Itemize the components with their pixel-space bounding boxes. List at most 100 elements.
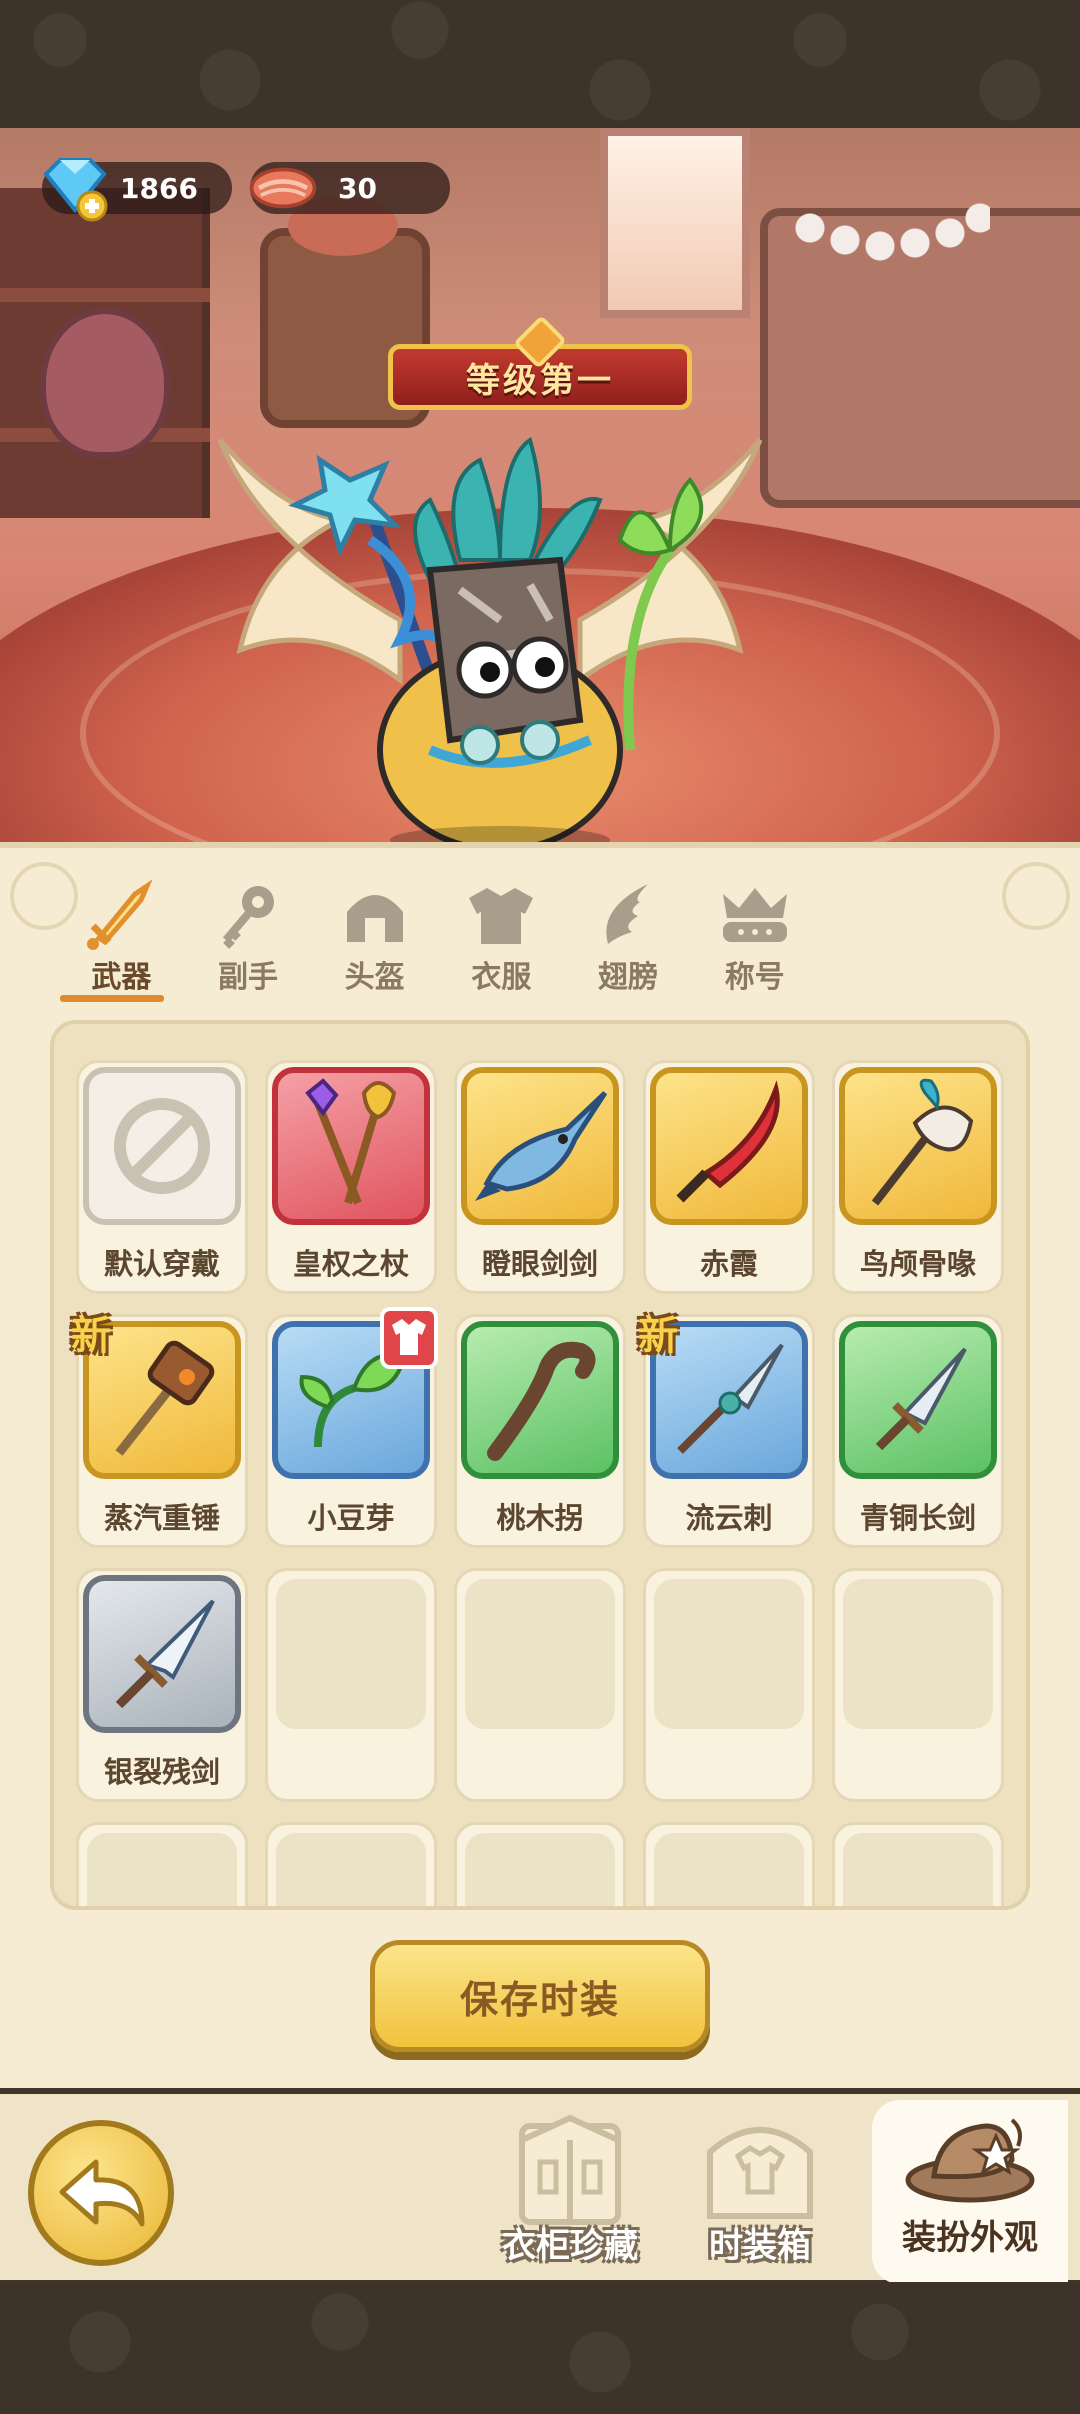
back-arrow-icon (59, 2159, 145, 2227)
nav-fashion-box[interactable]: 时装箱 (660, 2112, 860, 2280)
swordfish-icon (475, 1091, 608, 1201)
empty-slot-bg (654, 1833, 804, 1906)
tab-label: 翅膀 (598, 960, 659, 995)
empty-slot-bg (843, 1833, 993, 1906)
silver-sword-icon (115, 1599, 215, 1709)
item-name: 流云刺 (685, 1501, 773, 1535)
empty-slot-bg (465, 1579, 615, 1729)
item-frame (461, 1321, 619, 1479)
nav-dress-up[interactable]: 装扮外观 (872, 2100, 1068, 2284)
item-card[interactable]: 青铜长剑 (832, 1314, 1004, 1548)
category-tabs: 武器 副手 头盔 衣服 翅膀 称号 (58, 878, 818, 1002)
item-grid: 默认穿戴 皇权之杖 瞪眼剑剑 赤霞 鸟颅骨喙 新 蒸汽重锤 小豆芽 桃木拐 新 … (50, 1020, 1030, 1910)
item-card[interactable]: 新 流云刺 (638, 1313, 815, 1548)
item-name: 赤霞 (699, 1247, 758, 1281)
bottom-decor-band (0, 2282, 1080, 2414)
item-name: 瞪眼剑剑 (481, 1247, 598, 1281)
save-outfit-button[interactable]: 保存时装 (370, 1940, 710, 2052)
item-name: 默认穿戴 (103, 1247, 220, 1281)
empty-slot-bg (843, 1579, 993, 1729)
empty-item-slot (643, 1822, 815, 1906)
tab-offhand[interactable]: 副手 (185, 878, 312, 998)
item-card[interactable]: 赤霞 (643, 1060, 815, 1294)
item-frame (83, 1067, 241, 1225)
item-frame (839, 1321, 997, 1479)
tab-weapon[interactable]: 武器 (58, 878, 185, 1002)
new-badge: 新 (71, 1313, 111, 1359)
bottom-nav: 衣柜珍藏 时装箱 装扮外观 (0, 2088, 1080, 2284)
tab-clothes[interactable]: 衣服 (438, 878, 565, 998)
back-button[interactable] (28, 2120, 174, 2266)
tab-label: 称号 (724, 960, 785, 995)
rank-title-banner: 等级第一 (388, 315, 692, 416)
nav-label: 时装箱 (709, 2226, 811, 2266)
empty-item-slot (265, 1568, 437, 1802)
hat-icon (905, 2118, 1035, 2203)
empty-item-slot (454, 1568, 626, 1802)
character-preview (217, 436, 763, 854)
item-card[interactable]: 新 蒸汽重锤 (71, 1313, 248, 1548)
item-name: 蒸汽重锤 (103, 1501, 220, 1535)
meat-counter[interactable]: 30 (249, 162, 450, 214)
scene-egg (40, 308, 170, 458)
gem-counter[interactable]: 1866 (42, 158, 232, 222)
gem-count: 1866 (120, 171, 198, 205)
item-name: 银裂残剑 (103, 1755, 220, 1789)
shirt-badge-icon (380, 1307, 438, 1369)
meat-count: 30 (338, 171, 377, 205)
wing-icon (606, 884, 649, 944)
empty-item-slot (643, 1568, 815, 1802)
armor-icon (469, 888, 534, 944)
new-badge: 新 (638, 1313, 678, 1359)
active-tab-indicator (60, 995, 164, 1002)
shelf-board (0, 288, 210, 302)
item-card[interactable]: 默认穿戴 (76, 1060, 248, 1294)
scene-window (600, 128, 750, 318)
crown-icon (722, 888, 787, 942)
sword-icon (87, 879, 153, 950)
top-decor-band (0, 0, 1080, 128)
bird-skull-staff-icon (871, 1078, 974, 1206)
diamond-plus-icon[interactable] (38, 152, 112, 222)
empty-item-slot (832, 1822, 1004, 1906)
item-name: 青铜长剑 (859, 1501, 976, 1535)
scene-pearls (790, 188, 990, 268)
none-icon (114, 1098, 210, 1194)
nav-wardrobe[interactable]: 衣柜珍藏 (470, 2112, 670, 2280)
empty-slot-bg (276, 1833, 426, 1906)
empty-item-slot (454, 1822, 626, 1906)
empty-item-slot (832, 1568, 1004, 1802)
empty-slot-bg (654, 1579, 804, 1729)
bronze-sword-icon (875, 1347, 967, 1451)
helmet-icon (346, 895, 403, 942)
nav-label: 装扮外观 (902, 2218, 1038, 2258)
item-frame (461, 1067, 619, 1225)
item-card[interactable]: 皇权之杖 (265, 1060, 437, 1294)
empty-slot-bg (276, 1579, 426, 1729)
item-card[interactable]: 鸟颅骨喙 (832, 1060, 1004, 1294)
wardrobe-panel: 武器 副手 头盔 衣服 翅膀 称号 默认穿戴 皇权之杖 瞪眼剑剑 赤霞 鸟颅骨喙… (0, 842, 1080, 2088)
tab-label: 副手 (218, 960, 278, 995)
empty-item-slot (76, 1822, 248, 1906)
empty-item-slot (265, 1822, 437, 1906)
item-name: 鸟颅骨喙 (859, 1247, 976, 1281)
item-name: 皇权之杖 (292, 1247, 409, 1281)
item-card[interactable]: 桃木拐 (454, 1314, 626, 1548)
item-frame (650, 1067, 808, 1225)
item-card[interactable]: 瞪眼剑剑 (454, 1060, 626, 1294)
red-blade-icon (676, 1080, 780, 1203)
tab-label: 武器 (91, 960, 152, 995)
tab-label: 衣服 (471, 960, 532, 995)
item-name: 桃木拐 (496, 1501, 584, 1535)
cane-icon (487, 1341, 596, 1461)
item-frame (272, 1067, 430, 1225)
empty-slot-bg (465, 1833, 615, 1906)
item-card[interactable]: 小豆芽 (265, 1307, 438, 1548)
tab-helmet[interactable]: 头盔 (311, 878, 438, 998)
tab-label: 头盔 (344, 960, 405, 995)
key-icon (222, 886, 274, 949)
tab-title[interactable]: 称号 (691, 878, 818, 998)
scepter-icon (305, 1078, 397, 1205)
item-card[interactable]: 银裂残剑 (76, 1568, 248, 1802)
tab-wings[interactable]: 翅膀 (565, 878, 692, 998)
